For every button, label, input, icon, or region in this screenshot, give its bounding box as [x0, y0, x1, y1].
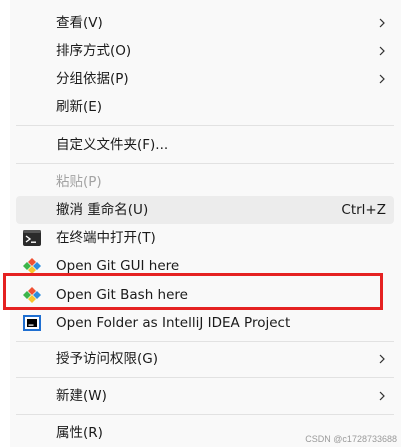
menu-item-label: 排序方式(O) [56, 43, 132, 59]
chevron-right-icon [379, 74, 385, 84]
menu-separator [16, 125, 394, 126]
menu-item-open-terminal[interactable]: 在终端中打开(T) [16, 224, 394, 252]
menu-item-sort-by[interactable]: 排序方式(O) [16, 37, 394, 65]
chevron-right-icon [379, 18, 385, 28]
shortcut-label: Ctrl+Z [341, 202, 386, 218]
watermark: CSDN @c1728733688 [305, 434, 397, 444]
terminal-icon [23, 230, 41, 246]
menu-item-label: 分组依据(P) [56, 71, 129, 87]
menu-item-label: 在终端中打开(T) [56, 230, 156, 246]
menu-separator [16, 414, 394, 415]
menu-item-new[interactable]: 新建(W) [16, 382, 394, 410]
menu-item-undo-rename[interactable]: 撤消 重命名(U) Ctrl+Z [16, 196, 394, 224]
context-menu: 查看(V) 排序方式(O) 分组依据(P) 刷新(E) 自定义文件夹(F)...… [10, 0, 401, 447]
highlight-annotation [3, 273, 383, 310]
menu-separator [16, 377, 394, 378]
menu-item-label: 新建(W) [56, 388, 107, 404]
menu-item-label: Open Folder as IntelliJ IDEA Project [56, 315, 291, 331]
chevron-right-icon [379, 46, 385, 56]
menu-item-label: 粘贴(P) [56, 174, 102, 190]
menu-item-paste: 粘贴(P) [16, 168, 394, 196]
menu-item-label: 属性(R) [56, 425, 103, 441]
menu-item-label: 授予访问权限(G) [56, 351, 158, 367]
chevron-right-icon [379, 391, 385, 401]
menu-item-view[interactable]: 查看(V) [16, 9, 394, 37]
git-icon [23, 258, 41, 274]
menu-separator [16, 163, 394, 164]
menu-item-label: 自定义文件夹(F)... [56, 137, 169, 153]
menu-item-give-access[interactable]: 授予访问权限(G) [16, 345, 394, 373]
menu-item-intellij-project[interactable]: Open Folder as IntelliJ IDEA Project [16, 309, 394, 337]
menu-item-customize-folder[interactable]: 自定义文件夹(F)... [16, 131, 394, 159]
menu-item-label: 查看(V) [56, 15, 103, 31]
background-strip [0, 0, 10, 447]
menu-item-label: 刷新(E) [56, 99, 103, 115]
menu-item-label: 撤消 重命名(U) [56, 202, 149, 218]
intellij-icon [23, 315, 41, 331]
chevron-right-icon [379, 354, 385, 364]
menu-item-refresh[interactable]: 刷新(E) [16, 93, 394, 121]
menu-separator [16, 341, 394, 342]
menu-item-group-by[interactable]: 分组依据(P) [16, 65, 394, 93]
